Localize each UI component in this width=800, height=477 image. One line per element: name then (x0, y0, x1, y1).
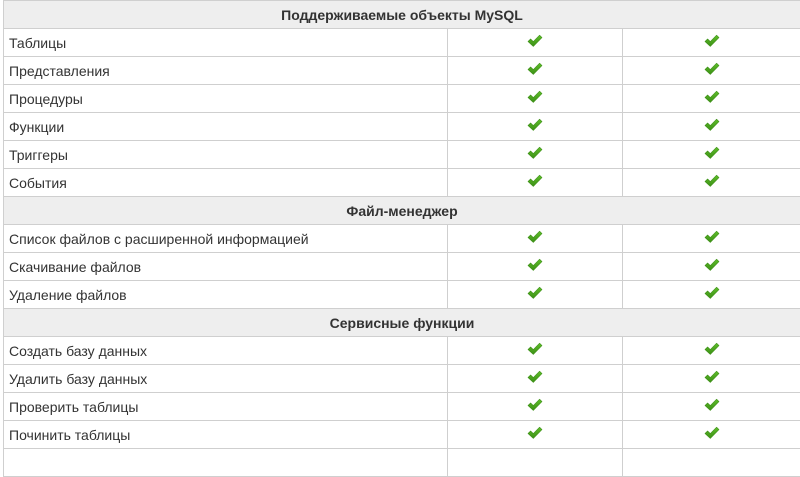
feature-comparison-table: Поддерживаемые объекты MySQL Таблицы Пре… (3, 0, 800, 477)
feature-comparison-table-wrapper: Поддерживаемые объекты MySQL Таблицы Пре… (3, 0, 800, 477)
table-row: Триггеры (4, 141, 800, 169)
checkmark-icon (704, 90, 720, 104)
check-cell (448, 337, 623, 365)
table-row: Создать базу данных (4, 337, 800, 365)
checkmark-icon (527, 146, 543, 160)
feature-label: События (4, 169, 448, 197)
checkmark-icon (704, 426, 720, 440)
check-cell (623, 393, 800, 421)
feature-label: Удаление файлов (4, 281, 448, 309)
section-header-file-manager: Файл-менеджер (4, 197, 800, 225)
table-row: Представления (4, 57, 800, 85)
checkmark-icon (527, 286, 543, 300)
table-row: Список файлов с расширенной информацией (4, 225, 800, 253)
check-cell (623, 281, 800, 309)
checkmark-icon (704, 398, 720, 412)
checkmark-icon (527, 90, 543, 104)
section-title: Поддерживаемые объекты MySQL (4, 1, 800, 29)
checkmark-icon (527, 118, 543, 132)
checkmark-icon (704, 370, 720, 384)
check-cell (623, 337, 800, 365)
section-title: Файл-менеджер (4, 197, 800, 225)
check-cell (623, 169, 800, 197)
check-cell (448, 253, 623, 281)
check-cell (448, 281, 623, 309)
check-cell (623, 253, 800, 281)
check-cell (448, 57, 623, 85)
checkmark-icon (527, 230, 543, 244)
table-row: Функции (4, 113, 800, 141)
check-cell (623, 113, 800, 141)
check-cell (623, 29, 800, 57)
feature-label: Таблицы (4, 29, 448, 57)
table-row: Починить таблицы (4, 421, 800, 449)
feature-label: Процедуры (4, 85, 448, 113)
check-cell (448, 113, 623, 141)
check-cell (448, 169, 623, 197)
feature-label: Починить таблицы (4, 421, 448, 449)
check-cell (448, 225, 623, 253)
checkmark-icon (704, 62, 720, 76)
check-cell (623, 449, 800, 477)
check-cell (623, 85, 800, 113)
table-row: Удаление файлов (4, 281, 800, 309)
section-title: Сервисные функции (4, 309, 800, 337)
check-cell (448, 29, 623, 57)
section-header-mysql-objects: Поддерживаемые объекты MySQL (4, 1, 800, 29)
feature-label: Удалить базу данных (4, 365, 448, 393)
check-cell (448, 449, 623, 477)
check-cell (623, 365, 800, 393)
section-header-service-functions: Сервисные функции (4, 309, 800, 337)
table-row: События (4, 169, 800, 197)
checkmark-icon (704, 230, 720, 244)
checkmark-icon (704, 34, 720, 48)
checkmark-icon (704, 146, 720, 160)
check-cell (623, 141, 800, 169)
checkmark-icon (527, 174, 543, 188)
check-cell (448, 365, 623, 393)
feature-label: Скачивание файлов (4, 253, 448, 281)
check-cell (448, 393, 623, 421)
check-cell (448, 85, 623, 113)
table-row (4, 449, 800, 477)
checkmark-icon (704, 174, 720, 188)
checkmark-icon (527, 62, 543, 76)
check-cell (448, 141, 623, 169)
table-row: Скачивание файлов (4, 253, 800, 281)
table-row: Проверить таблицы (4, 393, 800, 421)
checkmark-icon (527, 258, 543, 272)
checkmark-icon (527, 34, 543, 48)
check-cell (623, 57, 800, 85)
check-cell (623, 225, 800, 253)
checkmark-icon (704, 286, 720, 300)
checkmark-icon (704, 342, 720, 356)
checkmark-icon (527, 398, 543, 412)
check-cell (448, 421, 623, 449)
checkmark-icon (527, 370, 543, 384)
table-row: Удалить базу данных (4, 365, 800, 393)
feature-label: Триггеры (4, 141, 448, 169)
checkmark-icon (527, 426, 543, 440)
feature-label (4, 449, 448, 477)
checkmark-icon (527, 342, 543, 356)
table-row: Таблицы (4, 29, 800, 57)
feature-label: Создать базу данных (4, 337, 448, 365)
check-cell (623, 421, 800, 449)
checkmark-icon (704, 258, 720, 272)
feature-label: Проверить таблицы (4, 393, 448, 421)
table-row: Процедуры (4, 85, 800, 113)
feature-label: Функции (4, 113, 448, 141)
feature-label: Список файлов с расширенной информацией (4, 225, 448, 253)
feature-label: Представления (4, 57, 448, 85)
checkmark-icon (704, 118, 720, 132)
